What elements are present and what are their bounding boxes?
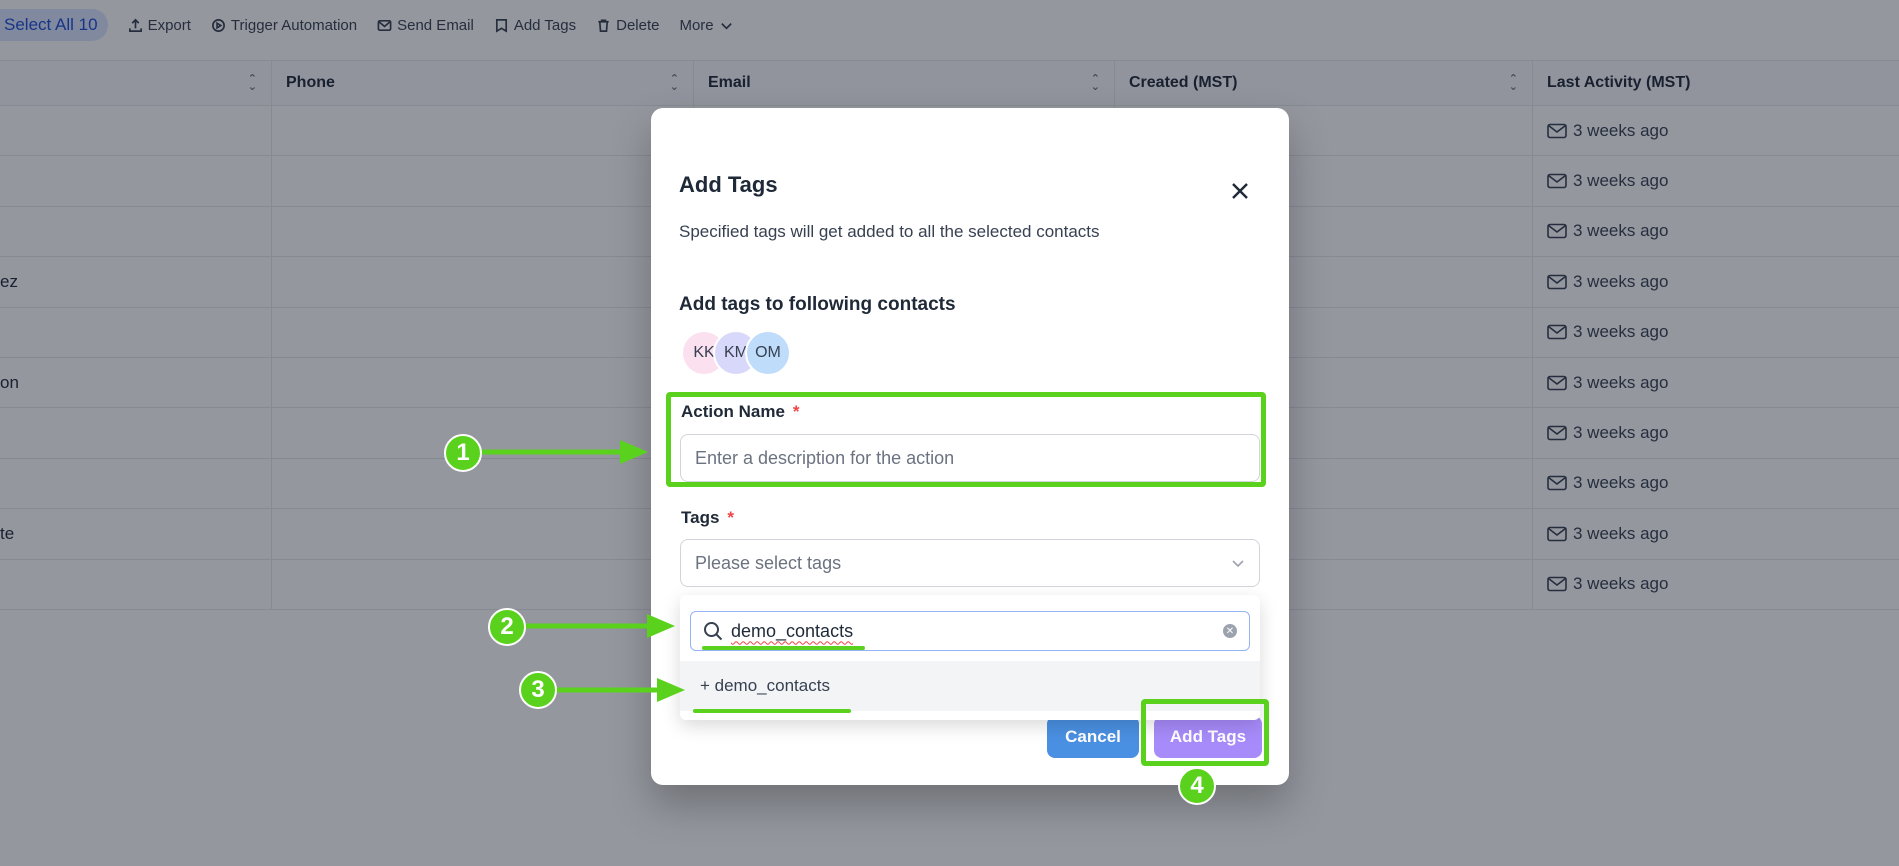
highlight-add-tags-button [1141, 699, 1269, 766]
cancel-button[interactable]: Cancel [1047, 716, 1139, 758]
underline-search-value [702, 646, 865, 650]
step-badge-2: 2 [488, 608, 526, 646]
underline-option [693, 709, 851, 713]
step-badge-3: 3 [519, 671, 557, 709]
search-icon [704, 622, 723, 641]
close-button[interactable] [1227, 178, 1253, 204]
tag-search-input[interactable]: demo_contacts ✕ [690, 611, 1250, 651]
contacts-section-title: Add tags to following contacts [679, 294, 956, 315]
close-icon [1232, 183, 1248, 199]
required-asterisk: * [727, 508, 735, 527]
chevron-down-icon [1232, 560, 1244, 568]
clear-icon[interactable]: ✕ [1223, 624, 1237, 638]
step-badge-1: 1 [444, 434, 482, 472]
step-badge-4: 4 [1178, 767, 1216, 805]
avatar: OM [745, 330, 791, 376]
tag-search-value: demo_contacts [731, 620, 854, 641]
tags-select-placeholder: Please select tags [695, 552, 842, 573]
tags-label: Tags * [681, 508, 735, 527]
modal-title: Add Tags [679, 172, 778, 197]
tags-select[interactable]: Please select tags [680, 539, 1260, 587]
highlight-action-name [666, 392, 1266, 487]
modal-description: Specified tags will get added to all the… [679, 222, 1100, 241]
